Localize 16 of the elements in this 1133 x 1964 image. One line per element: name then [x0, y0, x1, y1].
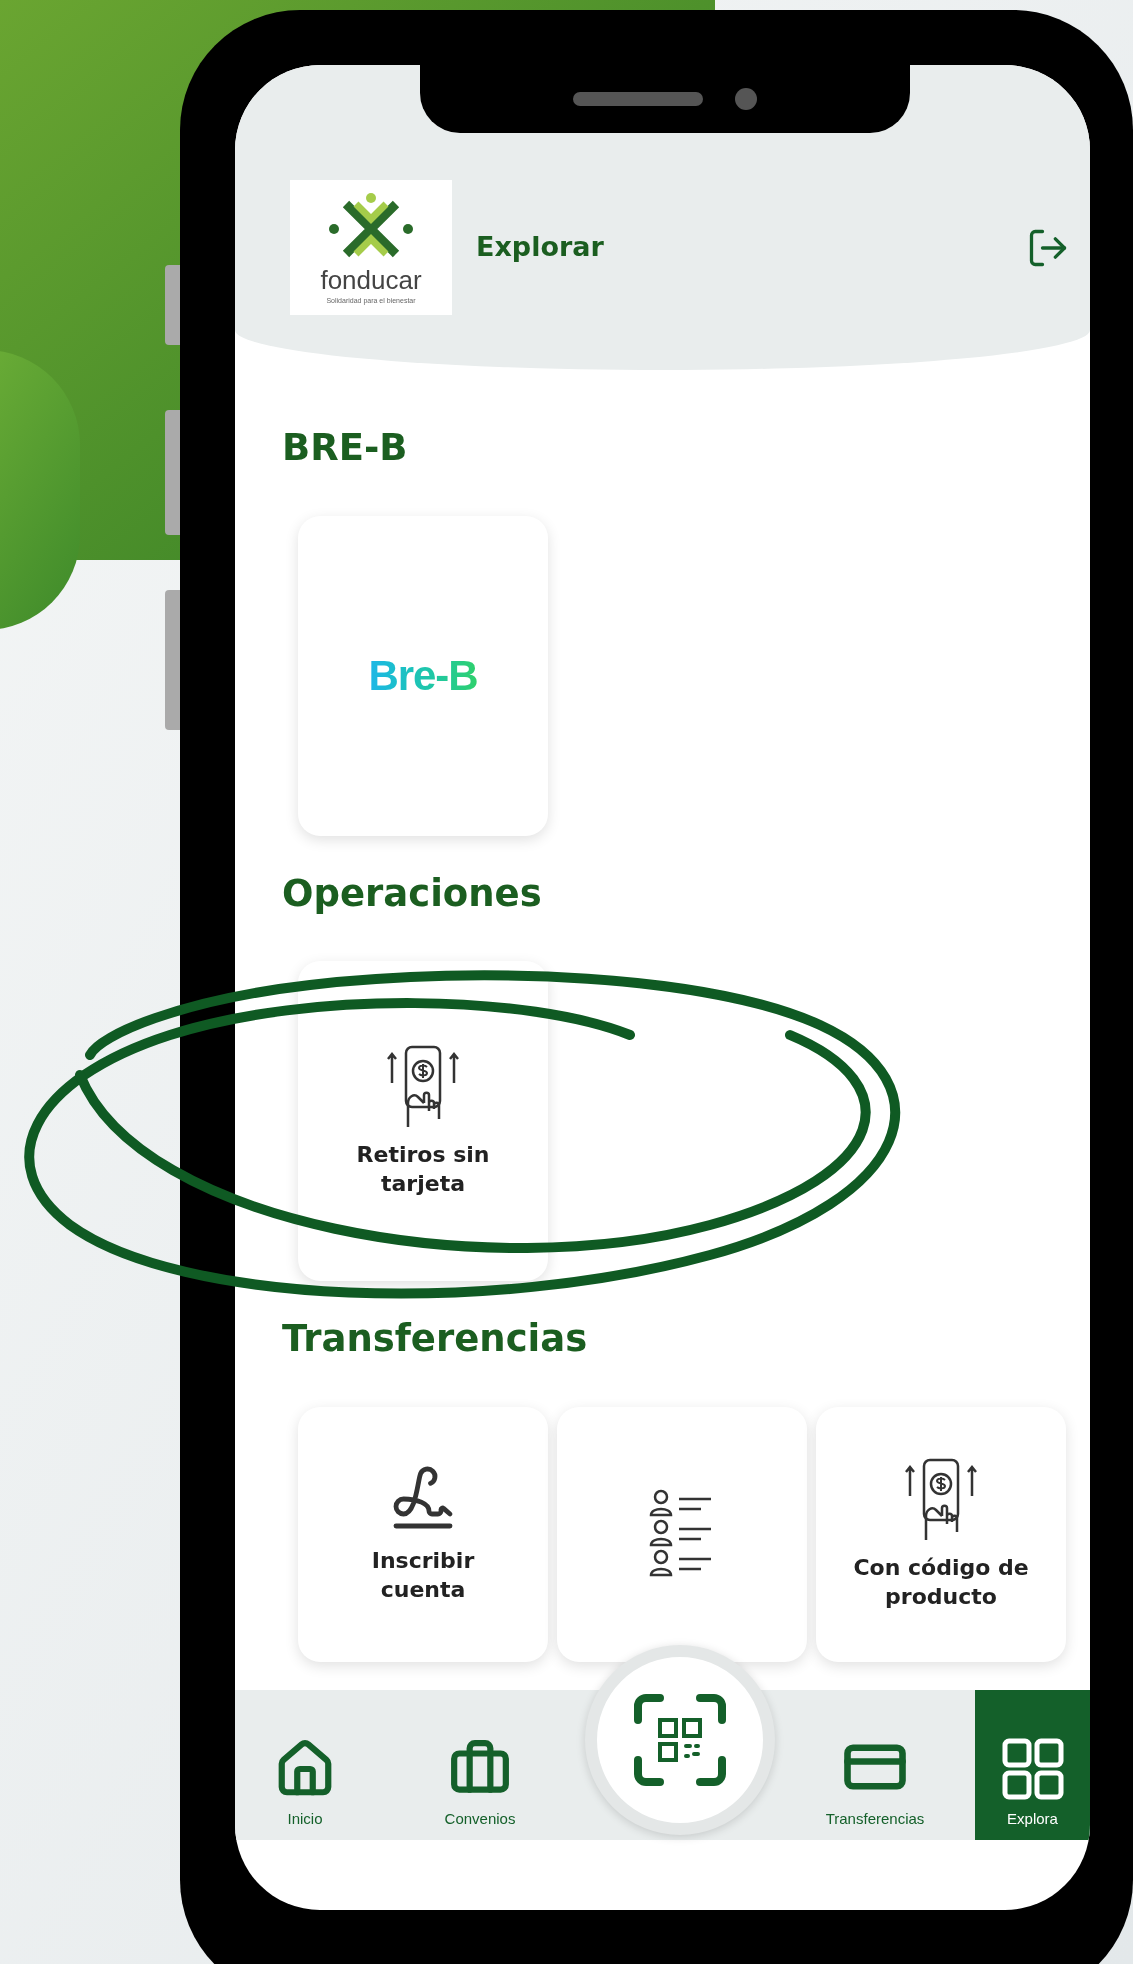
section-heading: BRE-B	[282, 425, 409, 471]
card-label: Con código de producto	[852, 1554, 1030, 1611]
nav-tab[interactable]: Convenios	[410, 1690, 550, 1840]
nav-tab[interactable]: Explora	[975, 1690, 1090, 1840]
nav-tab[interactable]: Transferencias	[795, 1690, 955, 1840]
card-label: Inscribir cuenta	[370, 1547, 476, 1604]
section-heading: Operaciones	[282, 870, 543, 917]
card-label: Retiros sin tarjeta	[355, 1141, 491, 1198]
nav-tab[interactable]: Inicio	[245, 1690, 365, 1840]
service-card[interactable]: Retiros sin tarjeta	[298, 961, 548, 1281]
logo-name: fonducar	[320, 266, 422, 293]
grid-icon	[1001, 1737, 1064, 1800]
section-heading: Transferencias	[282, 1316, 589, 1362]
page-title: Explorar	[476, 230, 605, 265]
service-card[interactable]: Con código de producto	[816, 1406, 1066, 1662]
service-card[interactable]: Inscribir cuenta	[298, 1406, 548, 1662]
